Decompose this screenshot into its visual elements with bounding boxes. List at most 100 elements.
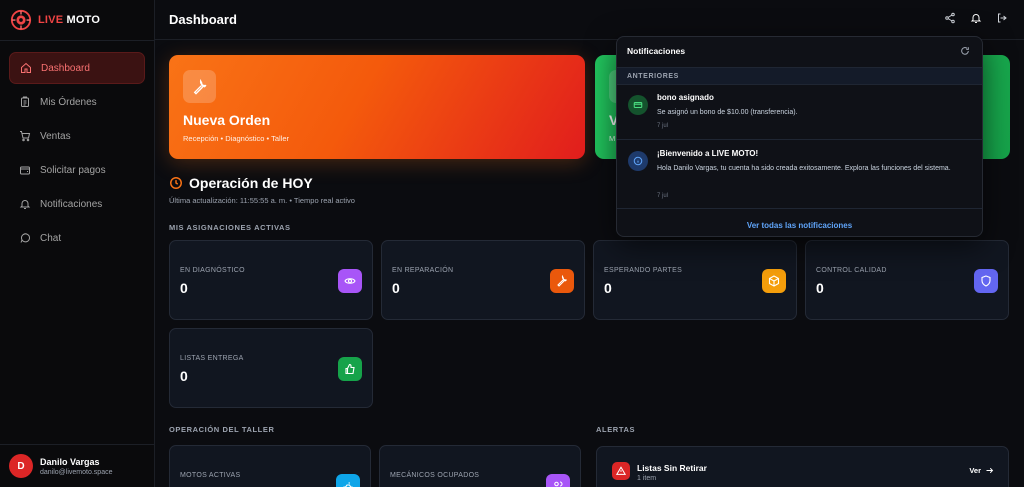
shield-icon — [981, 275, 991, 287]
thumbs-up-icon — [345, 363, 355, 375]
sidebar-item-notificaciones[interactable]: Notificaciones — [9, 188, 145, 220]
user-profile[interactable]: D Danilo Vargas danilo@livemoto.space — [0, 444, 155, 487]
sidebar-divider — [0, 40, 155, 41]
chat-icon — [20, 233, 31, 243]
sidebar-item-dashboard[interactable]: Dashboard — [9, 52, 145, 84]
stat-value: 0 — [816, 280, 824, 296]
sidebar-item-solicitar-pagos[interactable]: Solicitar pagos — [9, 154, 145, 186]
notification-title: bono asignado — [657, 93, 714, 102]
stat-card-esperando-partes[interactable]: ESPERANDO PARTES 0 — [593, 240, 797, 320]
stat-icon-box — [338, 357, 362, 381]
taller-card-motos-activas[interactable]: MOTOS ACTIVAS — [169, 445, 371, 487]
alert-subtitle: 1 item — [637, 475, 657, 482]
stat-label: ESPERANDO PARTES — [604, 267, 683, 274]
package-icon — [768, 275, 780, 287]
view-all-notifications-link[interactable]: Ver todas las notificaciones — [617, 212, 982, 236]
sidebar-item-label: Dashboard — [41, 62, 90, 74]
notification-item[interactable]: ¡Bienvenido a LIVE MOTO! Hola Danilo Var… — [617, 141, 982, 209]
users-icon — [554, 481, 563, 487]
notification-time: 7 jul — [657, 193, 669, 199]
stat-icon-box — [974, 269, 998, 293]
banner-subtitle: Recepción • Diagnóstico • Taller — [183, 134, 289, 143]
sidebar-item-label: Chat — [40, 232, 62, 244]
brand[interactable]: LIVE MOTO — [10, 9, 100, 31]
taller-card-mecanicos-ocupados[interactable]: MECÁNICOS OCUPADOS — [379, 445, 581, 487]
stat-value: 0 — [392, 280, 400, 296]
share-icon[interactable] — [944, 12, 956, 24]
alert-icon-box — [612, 462, 630, 480]
wrench-icon — [557, 275, 567, 287]
card-icon — [633, 101, 643, 109]
new-order-banner[interactable]: Nueva Orden Recepción • Diagnóstico • Ta… — [169, 55, 585, 159]
operation-title-text: Operación de HOY — [189, 175, 313, 191]
brand-live: LIVE — [38, 14, 64, 26]
notifications-group-header: ANTERIORES — [617, 67, 982, 85]
operation-subtitle: Última actualización: 11:55:55 a. m. • T… — [169, 196, 355, 205]
alert-link-label: Ver — [969, 466, 981, 475]
stat-label: EN DIAGNÓSTICO — [180, 267, 245, 274]
logout-icon[interactable] — [996, 12, 1008, 24]
sidebar-item-label: Mis Órdenes — [40, 96, 97, 108]
notification-time: 7 jul — [657, 123, 669, 129]
notifications-panel: Notificaciones ANTERIORES bono asignado … — [616, 36, 983, 237]
stat-value: 0 — [180, 280, 188, 296]
arrow-right-icon — [986, 467, 994, 474]
stat-value: 0 — [180, 368, 188, 384]
stat-label: MECÁNICOS OCUPADOS — [390, 472, 480, 479]
brand-logo-icon — [10, 9, 32, 31]
eye-icon — [344, 278, 356, 284]
banner-subtitle: M — [609, 134, 616, 143]
motorcycle-icon — [343, 482, 353, 487]
notification-icon-box — [628, 151, 648, 171]
stat-card-control-calidad[interactable]: CONTROL CALIDAD 0 — [805, 240, 1009, 320]
sidebar-item-mis-ordenes[interactable]: Mis Órdenes — [9, 86, 145, 118]
stat-icon-box — [336, 474, 360, 487]
warning-icon — [616, 466, 626, 475]
sidebar-item-chat[interactable]: Chat — [9, 222, 145, 254]
wallet-icon — [20, 166, 30, 175]
notifications-header: Notificaciones — [617, 37, 982, 67]
stat-value: 0 — [604, 280, 612, 296]
alert-view-link[interactable]: Ver — [969, 466, 994, 475]
sidebar: LIVE MOTO Dashboard Mis Órdenes Ventas S… — [0, 0, 155, 487]
stat-card-diagnostico[interactable]: EN DIAGNÓSTICO 0 — [169, 240, 373, 320]
assignments-section-label: MIS ASIGNACIONES ACTIVAS — [169, 223, 291, 232]
notifications-group-label: ANTERIORES — [627, 73, 679, 80]
banner-icon-box — [183, 70, 216, 103]
alert-title: Listas Sin Retirar — [637, 463, 707, 473]
sidebar-item-ventas[interactable]: Ventas — [9, 120, 145, 152]
stat-icon-box — [550, 269, 574, 293]
notification-body: Hola Danilo Vargas, tu cuenta ha sido cr… — [657, 165, 951, 172]
brand-text: LIVE MOTO — [38, 14, 100, 26]
stat-card-listas-entrega[interactable]: LISTAS ENTREGA 0 — [169, 328, 373, 408]
taller-section-label: OPERACIÓN DEL TALLER — [169, 425, 275, 434]
notification-title: ¡Bienvenido a LIVE MOTO! — [657, 149, 759, 158]
user-email: danilo@livemoto.space — [40, 468, 113, 476]
user-name: Danilo Vargas — [40, 456, 100, 467]
stat-label: MOTOS ACTIVAS — [180, 472, 241, 479]
stat-icon-box — [546, 474, 570, 487]
alerts-section-label: ALERTAS — [596, 425, 636, 434]
operation-title: Operación de HOY — [169, 175, 313, 191]
wrench-icon — [193, 78, 206, 95]
stat-label: LISTAS ENTREGA — [180, 355, 244, 362]
sidebar-nav: Dashboard Mis Órdenes Ventas Solicitar p… — [9, 52, 145, 256]
alert-card-listas-sin-retirar[interactable]: Listas Sin Retirar 1 item Ver — [596, 446, 1009, 487]
avatar: D — [9, 454, 33, 478]
home-icon — [21, 62, 31, 73]
bell-icon — [19, 200, 31, 209]
header-actions — [944, 12, 1008, 24]
bell-icon[interactable] — [970, 12, 982, 24]
refresh-icon[interactable] — [960, 46, 970, 56]
stat-icon-box — [762, 269, 786, 293]
page-title: Dashboard — [169, 12, 237, 27]
stat-label: CONTROL CALIDAD — [816, 267, 887, 274]
sidebar-item-label: Notificaciones — [40, 198, 103, 210]
info-icon — [633, 156, 643, 166]
notification-item[interactable]: bono asignado Se asignó un bono de $10.0… — [617, 85, 982, 140]
cart-icon — [20, 131, 31, 142]
sidebar-item-label: Ventas — [40, 130, 71, 142]
stat-card-reparacion[interactable]: EN REPARACIÓN 0 — [381, 240, 585, 320]
sidebar-item-label: Solicitar pagos — [40, 164, 106, 176]
clipboard-icon — [21, 96, 29, 107]
